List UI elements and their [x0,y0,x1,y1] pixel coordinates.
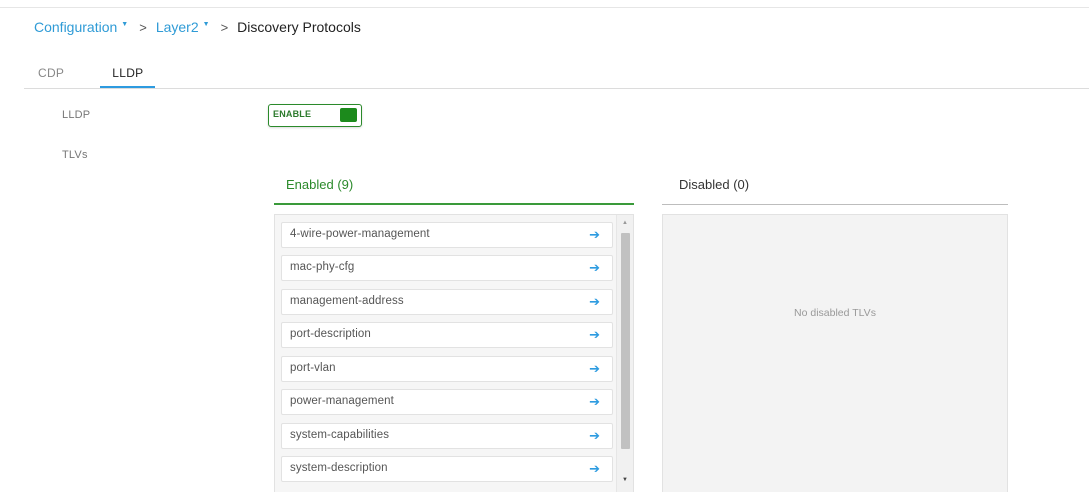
tlv-label: 4-wire-power-management [290,228,430,240]
breadcrumb-separator: > [139,19,147,35]
arrow-right-icon[interactable]: ➔ [589,394,600,410]
tab-bar: CDP LLDP [24,62,156,89]
list-item[interactable]: mac-phy-cfg ➔ [281,255,613,281]
tlv-label: system-description [290,462,388,474]
tlv-label: system-capabilities [290,429,390,441]
tabs-divider [24,88,1089,89]
arrow-right-icon[interactable]: ➔ [589,428,600,444]
enabled-tlv-list[interactable]: 4-wire-power-management ➔ mac-phy-cfg ➔ … [274,214,634,492]
scroll-up-icon[interactable]: ▲ [622,220,628,226]
caret-down-icon: ▼ [121,20,129,28]
lldp-enable-toggle[interactable]: ENABLE [268,104,362,127]
disabled-tlvs-header: Disabled (0) [679,177,750,192]
tab-cdp[interactable]: CDP [24,62,78,89]
tlvs-label: TLVs [62,149,88,161]
breadcrumb-configuration[interactable]: Configuration ▼ [34,19,128,35]
list-item[interactable]: management-address ➔ [281,289,613,315]
tlv-label: power-management [290,395,394,407]
caret-down-icon: ▼ [202,20,210,28]
breadcrumb: Configuration ▼ > Layer2 ▼ > Discovery P… [34,16,361,38]
tlv-label: mac-phy-cfg [290,261,355,273]
tlv-label: port-vlan [290,362,336,374]
arrow-right-icon[interactable]: ➔ [589,461,600,477]
lldp-label: LLDP [62,109,91,121]
scrollbar-thumb[interactable] [621,233,630,449]
arrow-right-icon[interactable]: ➔ [589,361,600,377]
arrow-right-icon[interactable]: ➔ [589,327,600,343]
breadcrumb-separator: > [220,19,229,35]
page-title: Discovery Protocols [237,19,361,35]
list-item[interactable]: system-description ➔ [281,456,613,482]
list-item[interactable]: system-capabilities ➔ [281,423,613,449]
list-item[interactable]: 4-wire-power-management ➔ [281,222,613,248]
tlv-label: management-address [290,295,404,307]
tab-lldp[interactable]: LLDP [100,62,156,89]
breadcrumb-configuration-label: Configuration [34,19,118,35]
scroll-down-icon[interactable]: ▼ [622,477,628,483]
list-scrollbar[interactable]: ▲ ▼ [616,215,633,492]
enabled-tlvs-header: Enabled (9) [286,177,354,192]
arrow-right-icon[interactable]: ➔ [589,294,600,310]
disabled-header-underline [662,204,1008,205]
disabled-tlv-list: No disabled TLVs [662,214,1008,492]
list-item[interactable]: power-management ➔ [281,389,613,415]
list-item[interactable]: port-vlan ➔ [281,356,613,382]
enabled-header-underline [274,203,634,205]
tlv-label: port-description [290,328,371,340]
arrow-right-icon[interactable]: ➔ [589,260,600,276]
toggle-knob [340,108,357,122]
empty-state-message: No disabled TLVs [794,307,876,319]
arrow-right-icon[interactable]: ➔ [589,227,600,243]
list-item[interactable]: port-description ➔ [281,322,613,348]
top-divider [0,0,1089,8]
breadcrumb-layer2-label: Layer2 [155,19,199,35]
toggle-state-label: ENABLE [273,109,312,119]
breadcrumb-layer2[interactable]: Layer2 ▼ [156,19,210,35]
